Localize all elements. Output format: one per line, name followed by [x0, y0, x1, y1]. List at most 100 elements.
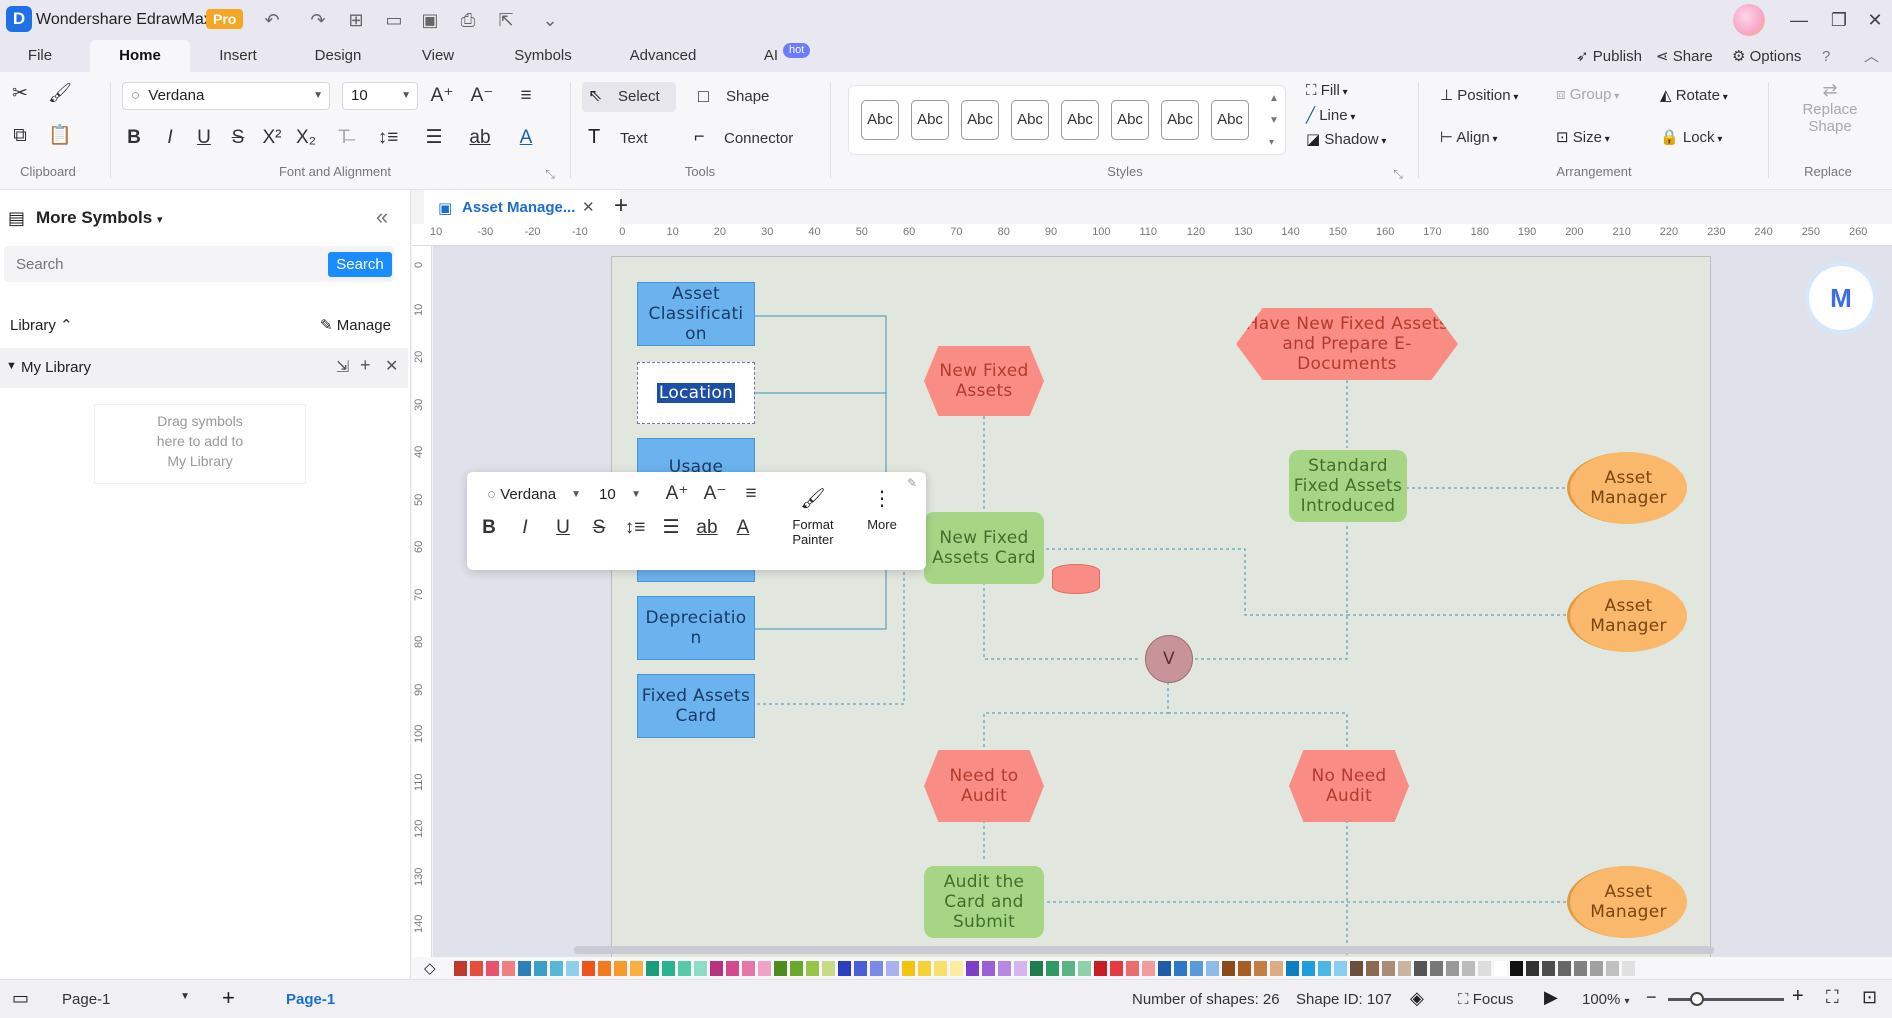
position-button[interactable]: ⊥ Position ▾: [1440, 86, 1550, 110]
font-family-select[interactable]: ○ Verdana ▼: [122, 82, 330, 110]
asset-manager-node[interactable]: Asset Manager: [1567, 866, 1687, 938]
color-swatch[interactable]: [646, 961, 659, 976]
database-shape[interactable]: [1052, 564, 1100, 594]
tab-home[interactable]: Home: [90, 40, 190, 72]
color-swatch[interactable]: [486, 961, 499, 976]
color-swatch[interactable]: [1462, 961, 1475, 976]
symbol-search-input[interactable]: [10, 246, 310, 282]
color-swatch[interactable]: [1574, 961, 1587, 976]
bullet-list-icon[interactable]: ☰: [657, 514, 685, 542]
color-swatch[interactable]: [1382, 961, 1395, 976]
fill-button[interactable]: ⛶ Fill ▾: [1306, 82, 1406, 104]
color-swatch[interactable]: [518, 961, 531, 976]
bold-icon[interactable]: B: [475, 514, 503, 542]
color-swatch[interactable]: [1398, 961, 1411, 976]
decrease-font-icon[interactable]: A⁻: [701, 480, 729, 508]
user-avatar[interactable]: [1733, 4, 1765, 36]
copy-icon[interactable]: ⧉: [6, 122, 34, 150]
color-swatch[interactable]: [710, 961, 723, 976]
color-swatch[interactable]: [1334, 961, 1347, 976]
subscript-icon[interactable]: X₂: [292, 124, 320, 152]
line-spacing-icon[interactable]: ↕≡: [621, 514, 649, 542]
decrease-font-icon[interactable]: A⁻: [468, 82, 496, 110]
color-swatch[interactable]: [1254, 961, 1267, 976]
color-swatch[interactable]: [1526, 961, 1539, 976]
print-icon[interactable]: ⎙: [456, 8, 480, 32]
color-swatch[interactable]: [918, 961, 931, 976]
pin-icon[interactable]: ✎: [907, 476, 917, 490]
italic-icon[interactable]: I: [511, 514, 539, 542]
manage-button[interactable]: ✎ Manage: [320, 316, 391, 334]
color-swatch[interactable]: [1206, 961, 1219, 976]
color-swatch[interactable]: [1318, 961, 1331, 976]
color-swatch[interactable]: [1606, 961, 1619, 976]
location-node[interactable]: Location: [637, 362, 755, 424]
asset-manager-node[interactable]: Asset Manager: [1567, 580, 1687, 652]
color-swatch[interactable]: [678, 961, 691, 976]
publish-button[interactable]: ➶ Publish: [1576, 46, 1642, 68]
underline-icon[interactable]: U: [190, 124, 218, 152]
color-swatch[interactable]: [1446, 961, 1459, 976]
color-swatch[interactable]: [966, 961, 979, 976]
gallery-scroll-icons[interactable]: ▲ ▼ ▾: [1269, 88, 1279, 154]
color-swatch[interactable]: [998, 961, 1011, 976]
layers-icon[interactable]: ◈: [1410, 988, 1424, 1009]
line-spacing-icon[interactable]: ↕≡: [374, 124, 402, 152]
bold-icon[interactable]: B: [120, 124, 148, 152]
audit-card-submit-node[interactable]: Audit the Card and Submit: [924, 866, 1044, 938]
color-swatch[interactable]: [870, 961, 883, 976]
style-sample[interactable]: Abc: [1211, 100, 1249, 140]
page-view-icon[interactable]: ▭: [12, 988, 29, 1009]
my-library-row[interactable]: ▼ My Library ⇲ + ✕: [0, 348, 408, 388]
customize-qa-icon[interactable]: ⌄: [538, 8, 562, 32]
add-icon[interactable]: +: [360, 355, 371, 376]
size-button[interactable]: ⊡ Size ▾: [1556, 128, 1646, 152]
superscript-icon[interactable]: X²: [258, 124, 286, 152]
text-highlight-icon[interactable]: ab: [693, 514, 721, 542]
export-library-icon[interactable]: ⇲: [336, 357, 349, 377]
color-swatch[interactable]: [758, 961, 771, 976]
paste-icon[interactable]: 📋: [46, 122, 74, 150]
format-painter-icon[interactable]: 🖌: [46, 80, 74, 108]
color-swatch[interactable]: [950, 961, 963, 976]
color-swatch[interactable]: [1014, 961, 1027, 976]
color-swatch[interactable]: [1478, 961, 1491, 976]
page-tab[interactable]: Page-1: [286, 991, 335, 1008]
color-swatch[interactable]: [550, 961, 563, 976]
tab-design[interactable]: Design: [310, 40, 366, 72]
color-swatch[interactable]: [806, 961, 819, 976]
close-icon[interactable]: ✕: [385, 356, 398, 376]
add-page-icon[interactable]: +: [222, 985, 235, 1011]
underline-icon[interactable]: U: [549, 514, 577, 542]
redo-icon[interactable]: ↷: [306, 8, 330, 32]
color-swatch[interactable]: [662, 961, 675, 976]
zoom-in-icon[interactable]: +: [1792, 985, 1804, 1008]
lock-button[interactable]: 🔒 Lock ▾: [1660, 128, 1760, 152]
zoom-out-icon[interactable]: −: [1646, 987, 1657, 1008]
shape-tool-button[interactable]: □ Shape: [694, 82, 790, 112]
connector-tool-button[interactable]: ⌐ Connector: [692, 124, 812, 154]
style-sample[interactable]: Abc: [911, 100, 949, 140]
tab-symbols[interactable]: Symbols: [510, 40, 576, 72]
style-sample[interactable]: Abc: [961, 100, 999, 140]
group-button[interactable]: ⧈ Group ▾: [1556, 86, 1646, 110]
color-swatch[interactable]: [1142, 961, 1155, 976]
library-toggle[interactable]: Library ⌃: [10, 316, 73, 334]
color-swatch[interactable]: [566, 961, 579, 976]
color-swatch[interactable]: [1046, 961, 1059, 976]
restore-icon[interactable]: ❐: [1824, 6, 1854, 34]
need-to-audit-node[interactable]: Need to Audit: [924, 750, 1044, 822]
shadow-button[interactable]: ◪ Shadow ▾: [1306, 130, 1406, 152]
minimize-icon[interactable]: —: [1784, 6, 1814, 34]
tab-advanced[interactable]: Advanced: [626, 40, 700, 72]
asset-classification-node[interactable]: Asset Classificati on: [637, 282, 755, 346]
fit-to-screen-icon[interactable]: ⛶: [1826, 987, 1839, 1008]
ai-assistant-icon[interactable]: M: [1809, 266, 1873, 330]
font-size-select[interactable]: 10 ▼: [342, 82, 418, 110]
format-painter-button[interactable]: 🖌 Format Painter: [779, 486, 847, 547]
tab-view[interactable]: View: [418, 40, 458, 72]
share-button[interactable]: ⋖ Share: [1656, 46, 1713, 68]
zoom-slider-track[interactable]: [1668, 998, 1784, 1001]
color-swatch[interactable]: [1366, 961, 1379, 976]
color-swatch[interactable]: [1190, 961, 1203, 976]
